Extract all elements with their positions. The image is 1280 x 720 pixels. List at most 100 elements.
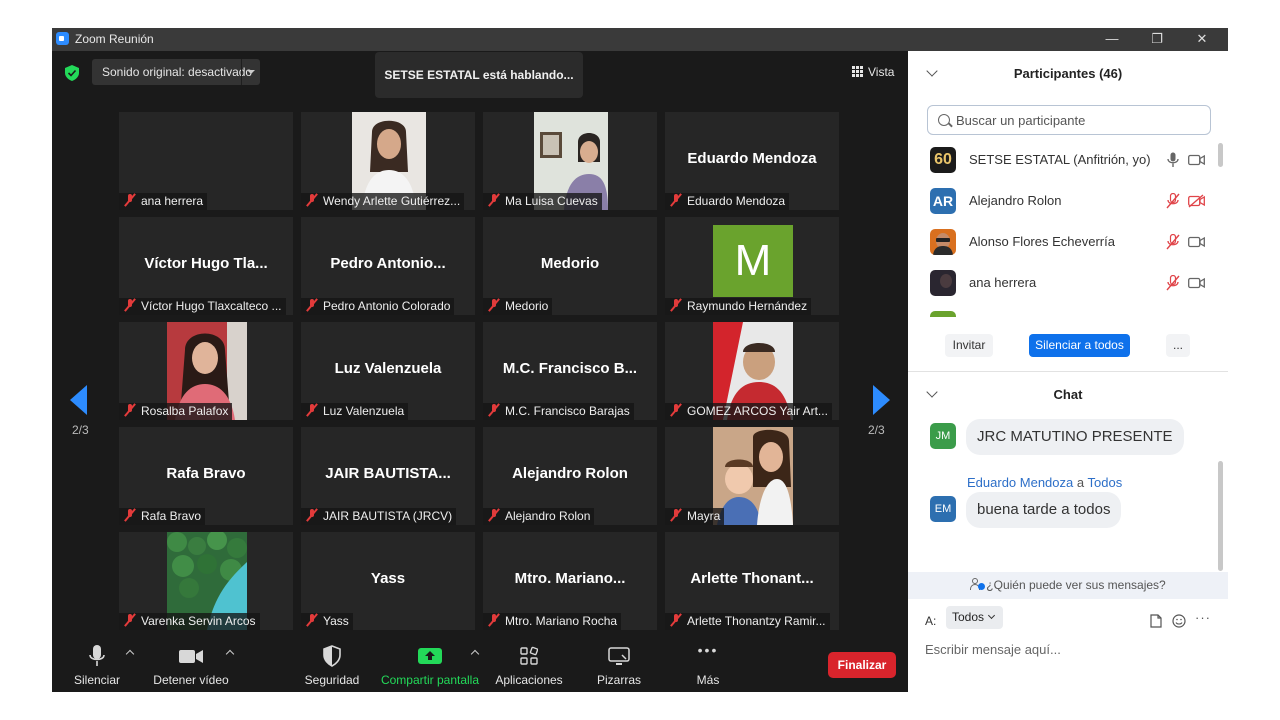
microphone-icon[interactable] [1166, 152, 1180, 168]
participant-tile[interactable]: Eduardo Mendoza Eduardo Mendoza [665, 112, 839, 210]
whiteboards-button[interactable]: Pizarras [586, 636, 652, 692]
participant-row[interactable]: ana herrera [908, 262, 1216, 303]
muted-microphone-icon[interactable] [1166, 275, 1180, 291]
participant-tile[interactable]: Rosalba Palafox [119, 322, 293, 420]
muted-microphone-icon[interactable] [1166, 234, 1180, 250]
participant-tile[interactable]: Alejandro Rolon Alejandro Rolon [483, 427, 657, 525]
tile-display-name: M.C. Francisco B... [502, 360, 638, 377]
file-icon[interactable] [1150, 614, 1162, 628]
close-button[interactable]: ✕ [1182, 29, 1222, 49]
video-camera-icon[interactable] [1188, 235, 1205, 249]
view-button[interactable]: Vista [848, 63, 898, 81]
whiteboards-label: Pizarras [596, 673, 641, 687]
video-off-icon[interactable] [1188, 194, 1205, 208]
apps-button[interactable]: Aplicaciones [492, 636, 566, 692]
muted-mic-icon [669, 508, 683, 522]
tile-name-label: Raymundo Hernández [687, 299, 808, 313]
muted-mic-icon [123, 613, 137, 627]
end-meeting-button[interactable]: Finalizar [828, 652, 896, 678]
chat-input[interactable]: Escribir mensaje aquí... [925, 642, 1061, 657]
next-page-arrow-icon[interactable] [873, 385, 890, 415]
participant-row-partial[interactable] [908, 303, 1216, 317]
participant-tile[interactable]: Rafa Bravo Rafa Bravo [119, 427, 293, 525]
original-sound-dropdown[interactable] [241, 59, 260, 85]
mute-all-button[interactable]: Silenciar a todos [1029, 334, 1130, 357]
tile-name-bar: Arlette Thonantzy Ramir... [665, 613, 830, 630]
participant-row[interactable]: 60 SETSE ESTATAL (Anfitrión, yo) [908, 139, 1216, 180]
share-screen-label: Compartir pantalla [380, 673, 480, 687]
participant-tile[interactable]: Medorio Medorio [483, 217, 657, 315]
video-area: Sonido original: desactivado SETSE ESTAT… [52, 51, 908, 692]
chat-message-bubble: JRC MATUTINO PRESENTE [966, 419, 1184, 455]
video-camera-icon[interactable] [1188, 153, 1205, 167]
participant-avatar: AR [930, 188, 956, 214]
minimize-button[interactable]: — [1092, 29, 1132, 49]
share-screen-button[interactable]: Compartir pantalla [378, 636, 482, 692]
to-label: A: [925, 614, 937, 628]
muted-mic-icon [487, 193, 501, 207]
participant-name: Alejandro Rolon [969, 193, 1062, 208]
emoji-icon[interactable] [1172, 614, 1186, 628]
maximize-button[interactable]: ❐ [1137, 29, 1177, 49]
participant-tile[interactable]: Yass Yass [301, 532, 475, 630]
mute-button[interactable]: Silenciar [70, 636, 124, 692]
participant-row[interactable]: AR Alejandro Rolon [908, 180, 1216, 221]
participant-tile[interactable]: Wendy Arlette Gutiérrez... [301, 112, 475, 210]
more-button[interactable]: ••• Más [682, 636, 734, 692]
participant-tile[interactable]: Pedro Antonio... Pedro Antonio Colorado [301, 217, 475, 315]
tile-name-bar: Yass [301, 613, 353, 630]
tile-name-label: Yass [323, 614, 349, 628]
video-camera-icon[interactable] [1188, 276, 1205, 290]
more-options-icon[interactable]: ··· [1195, 610, 1211, 625]
tile-display-name: Mtro. Mariano... [514, 570, 626, 587]
sender-name[interactable]: Eduardo Mendoza [967, 475, 1073, 490]
muted-microphone-icon[interactable] [1166, 193, 1180, 209]
tile-name-bar: M.C. Francisco Barajas [483, 403, 634, 420]
muted-mic-icon [669, 298, 683, 312]
muted-mic-icon [123, 298, 137, 312]
participant-tile[interactable]: Víctor Hugo Tla... Víctor Hugo Tlaxcalte… [119, 217, 293, 315]
participant-tile[interactable]: Luz Valenzuela Luz Valenzuela [301, 322, 475, 420]
previous-page-arrow-icon[interactable] [70, 385, 87, 415]
muted-mic-icon [487, 403, 501, 417]
tile-name-bar: Wendy Arlette Gutiérrez... [301, 193, 465, 210]
participant-tile[interactable]: JAIR BAUTISTA... JAIR BAUTISTA (JRCV) [301, 427, 475, 525]
participant-tile[interactable]: GOMEZ ARCOS Yair Art... [665, 322, 839, 420]
window-title: Zoom Reunión [75, 32, 154, 46]
audio-options-caret[interactable] [124, 636, 136, 692]
participant-tile[interactable]: Ma Luisa Cuevas [483, 112, 657, 210]
tile-name-bar: Pedro Antonio Colorado [301, 298, 455, 315]
tile-name-bar: Raymundo Hernández [665, 298, 812, 315]
video-options-caret[interactable] [224, 636, 236, 692]
participant-tile[interactable]: M Raymundo Hernández [665, 217, 839, 315]
participants-more-button[interactable]: ... [1166, 334, 1190, 357]
encryption-shield-icon[interactable] [65, 65, 79, 81]
muted-mic-icon [123, 508, 137, 522]
participant-tile[interactable]: Mtro. Mariano... Mtro. Mariano Rocha [483, 532, 657, 630]
participant-search-input[interactable]: Buscar un participante [927, 105, 1211, 135]
participant-tile[interactable]: ana herrera [119, 112, 293, 210]
sender-to-word: a [1076, 475, 1085, 490]
zoom-app-icon [56, 32, 69, 45]
original-sound-button[interactable]: Sonido original: desactivado [92, 59, 260, 85]
invite-button[interactable]: Invitar [945, 334, 993, 357]
muted-mic-icon [487, 298, 501, 312]
recipient-select[interactable]: Todos [946, 606, 1003, 629]
letter-avatar: M [713, 225, 793, 297]
security-button[interactable]: Seguridad [302, 636, 362, 692]
participant-tile[interactable]: M.C. Francisco B... M.C. Francisco Baraj… [483, 322, 657, 420]
who-can-see-banner[interactable]: ¿Quién puede ver sus mensajes? [908, 572, 1228, 599]
recipient-name[interactable]: Todos [1088, 475, 1123, 490]
tile-display-name: Medorio [540, 255, 600, 272]
tile-display-name: Luz Valenzuela [334, 360, 442, 377]
chat-scrollbar[interactable] [1218, 461, 1223, 571]
participant-tile[interactable]: Arlette Thonant... Arlette Thonantzy Ram… [665, 532, 839, 630]
stop-video-button[interactable]: Detener vídeo [152, 636, 230, 692]
participant-tile[interactable]: Varenka Servin Arcos [119, 532, 293, 630]
participant-row[interactable]: Alonso Flores Echeverría [908, 221, 1216, 262]
page-indicator-left: 2/3 [72, 423, 89, 437]
participant-tile[interactable]: Mayra [665, 427, 839, 525]
participant-list-scrollbar[interactable] [1218, 143, 1223, 167]
share-options-caret[interactable] [469, 636, 481, 692]
chat-message-sender: Eduardo Mendoza a Todos [967, 475, 1122, 490]
